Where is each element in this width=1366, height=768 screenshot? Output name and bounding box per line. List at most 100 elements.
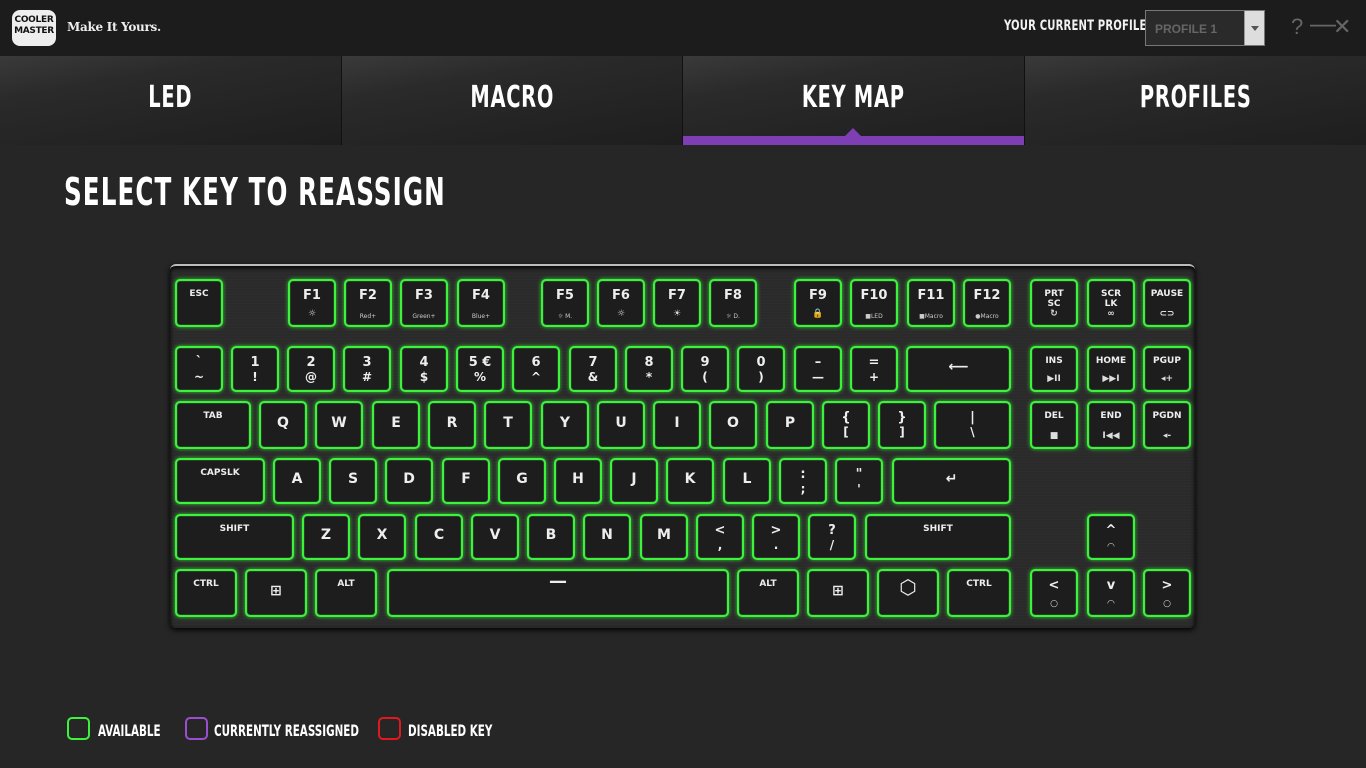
- key-b[interactable]: B: [527, 514, 575, 560]
- key-down[interactable]: v ◠: [1087, 569, 1135, 617]
- key-x[interactable]: X: [358, 514, 406, 560]
- key-ins[interactable]: INS ▶II: [1030, 346, 1078, 392]
- close-button[interactable]: ✕: [1333, 15, 1351, 39]
- key-f9[interactable]: F9 🔒: [794, 279, 842, 327]
- key-e[interactable]: E: [372, 401, 420, 449]
- tab-profiles[interactable]: PROFILES: [1024, 56, 1366, 145]
- key-k0[interactable]: 0): [737, 346, 785, 392]
- key-right[interactable]: > ○: [1143, 569, 1191, 617]
- key-enter[interactable]: ↵: [892, 458, 1011, 504]
- key-prtsc[interactable]: PRT SC ↻: [1030, 279, 1078, 327]
- key-k9[interactable]: 9(: [681, 346, 729, 392]
- help-button[interactable]: ?: [1291, 15, 1303, 39]
- key-f10[interactable]: F10 ■LED: [850, 279, 898, 327]
- key-o[interactable]: O: [709, 401, 757, 449]
- key-pause[interactable]: PAUSE ⊂⊃: [1143, 279, 1191, 327]
- key-end[interactable]: END I◀◀: [1087, 401, 1135, 449]
- key-fn[interactable]: ⬡: [877, 569, 939, 617]
- key-d[interactable]: D: [385, 458, 433, 504]
- key-f6[interactable]: F6 ☼: [597, 279, 645, 327]
- key-shift-label: ;: [800, 482, 806, 496]
- key-label: J: [631, 471, 637, 487]
- key-backslash[interactable]: | \: [934, 401, 1011, 449]
- key-g[interactable]: G: [498, 458, 546, 504]
- key-y[interactable]: Y: [541, 401, 589, 449]
- key-pgdn[interactable]: PGDN ◂-: [1143, 401, 1191, 449]
- key-pgup[interactable]: PGUP ◂+: [1143, 346, 1191, 392]
- key-z[interactable]: Z: [302, 514, 350, 560]
- key-rctrl[interactable]: CTRL: [947, 569, 1011, 617]
- key-backspace[interactable]: ⟵: [906, 346, 1011, 392]
- key-p[interactable]: P: [766, 401, 814, 449]
- key-f5[interactable]: F5 ☼ M.: [541, 279, 589, 327]
- key-del[interactable]: DEL ■: [1030, 401, 1078, 449]
- key-k6[interactable]: 6 ^: [512, 346, 560, 392]
- key-quote[interactable]: " ': [835, 458, 883, 504]
- key-k3[interactable]: 3 #: [343, 346, 391, 392]
- key-f11[interactable]: F11 ■Macro: [907, 279, 955, 327]
- key-f1[interactable]: F1 ☼: [288, 279, 336, 327]
- key-rbracket[interactable]: }]: [878, 401, 926, 449]
- key-f8[interactable]: F8 ☼ D.: [709, 279, 757, 327]
- key-k5[interactable]: 5 €%: [456, 346, 504, 392]
- key-space[interactable]: —: [387, 569, 729, 617]
- key-a[interactable]: A: [273, 458, 321, 504]
- key-scrlk[interactable]: SCR LK ∞: [1087, 279, 1135, 327]
- key-slash[interactable]: ? /: [808, 514, 856, 560]
- key-rwin[interactable]: ⊞: [807, 569, 869, 617]
- key-f12[interactable]: F12 ●Macro: [963, 279, 1011, 327]
- key-k2[interactable]: 2 @: [287, 346, 335, 392]
- key-minus[interactable]: – —: [794, 346, 842, 392]
- tab-led[interactable]: LED: [0, 56, 342, 145]
- key-lctrl[interactable]: CTRL: [175, 569, 237, 617]
- key-k1[interactable]: 1!: [231, 346, 279, 392]
- key-f4[interactable]: F4 Blue+: [457, 279, 505, 327]
- key-f[interactable]: F: [442, 458, 490, 504]
- key-k8[interactable]: 8 *: [625, 346, 673, 392]
- key-u[interactable]: U: [597, 401, 645, 449]
- key-label: ALT: [759, 579, 777, 589]
- key-capslk[interactable]: CAPSLK: [175, 458, 265, 504]
- key-ralt[interactable]: ALT: [737, 569, 799, 617]
- key-m[interactable]: M: [640, 514, 688, 560]
- key-v[interactable]: V: [471, 514, 519, 560]
- key-c[interactable]: C: [415, 514, 463, 560]
- tab-key-map[interactable]: KEY MAP: [683, 56, 1025, 145]
- key-t[interactable]: T: [484, 401, 532, 449]
- key-h[interactable]: H: [554, 458, 602, 504]
- key-s[interactable]: S: [329, 458, 377, 504]
- key-r[interactable]: R: [428, 401, 476, 449]
- key-grave[interactable]: ` ~: [175, 346, 223, 392]
- key-home[interactable]: HOME ▶▶I: [1087, 346, 1135, 392]
- key-period[interactable]: >.: [752, 514, 800, 560]
- key-f2[interactable]: F2 Red+: [344, 279, 392, 327]
- key-q[interactable]: Q: [259, 401, 307, 449]
- key-l[interactable]: L: [723, 458, 771, 504]
- key-j[interactable]: J: [610, 458, 658, 504]
- key-label: 1: [250, 355, 260, 370]
- key-i[interactable]: I: [653, 401, 701, 449]
- chevron-down-icon[interactable]: [1244, 11, 1264, 45]
- key-rshift[interactable]: SHIFT: [865, 514, 1011, 560]
- key-comma[interactable]: <,: [696, 514, 744, 560]
- key-up[interactable]: ^ ◠: [1087, 514, 1135, 560]
- profile-dropdown[interactable]: PROFILE 1: [1145, 10, 1265, 46]
- tab-macro[interactable]: MACRO: [341, 56, 683, 145]
- key-lalt[interactable]: ALT: [315, 569, 377, 617]
- key-left[interactable]: < ○: [1030, 569, 1078, 617]
- key-tab[interactable]: TAB: [175, 401, 251, 449]
- key-f7[interactable]: F7 ☀: [653, 279, 701, 327]
- key-w[interactable]: W: [315, 401, 363, 449]
- key-k7[interactable]: 7 &: [569, 346, 617, 392]
- key-semicolon[interactable]: :;: [779, 458, 827, 504]
- key-lshift[interactable]: SHIFT: [175, 514, 294, 560]
- key-equal[interactable]: = +: [850, 346, 898, 392]
- key-lwin[interactable]: ⊞: [245, 569, 307, 617]
- key-n[interactable]: N: [583, 514, 631, 560]
- key-k[interactable]: K: [666, 458, 714, 504]
- key-label: PAUSE: [1150, 289, 1184, 299]
- key-f3[interactable]: F3 Green+: [400, 279, 448, 327]
- key-lbracket[interactable]: {[: [822, 401, 870, 449]
- key-esc[interactable]: ESC: [175, 279, 223, 327]
- key-k4[interactable]: 4 $: [400, 346, 448, 392]
